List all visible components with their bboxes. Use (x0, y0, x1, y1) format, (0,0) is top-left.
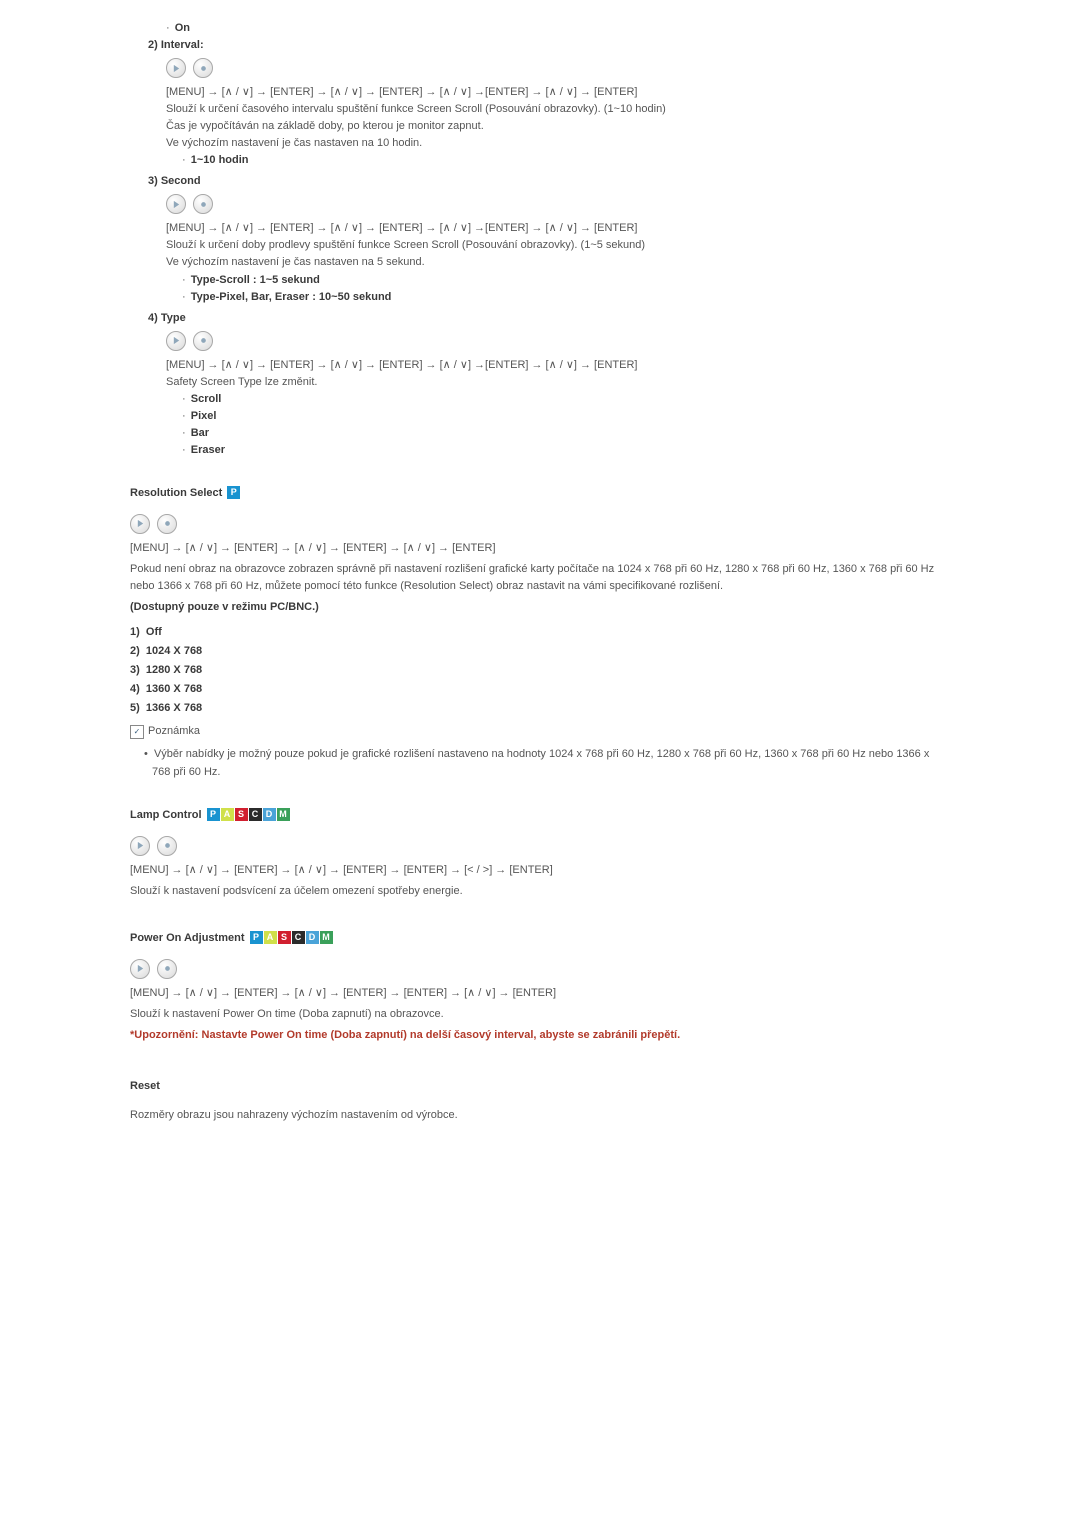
second-opt2: Type-Pixel, Bar, Eraser : 10~50 sekund (191, 291, 392, 303)
type-desc: Safety Screen Type lze změnit. (166, 374, 950, 391)
source-badge-pascdm: PASCDM (206, 808, 290, 822)
second-path: [MENU] → [∧ / ∨] → [ENTER] → [∧ / ∨] → [… (166, 220, 950, 237)
second-opt1: Type-Scroll : 1~5 sekund (191, 274, 320, 286)
source-badge-p: P (226, 486, 240, 500)
res-opt-4: 4) 1360 X 768 (130, 681, 950, 698)
play-icon (130, 514, 150, 534)
note-icon: ✓ (130, 725, 144, 739)
type-opt1: Scroll (191, 393, 222, 405)
note-header: ✓ Poznámka (130, 723, 200, 740)
play-icon (130, 959, 150, 979)
play-icon (166, 194, 186, 214)
lamp-control-heading: Lamp Control PASCDM (130, 807, 290, 824)
source-badge-pascdm: PASCDM (249, 931, 333, 945)
interval-opt: 1~10 hodin (191, 154, 249, 166)
enter-icon (157, 836, 177, 856)
interval-desc2: Čas je vypočítáván na základě doby, po k… (166, 118, 950, 135)
play-icon (130, 836, 150, 856)
interval-path: [MENU] → [∧ / ∨] → [ENTER] → [∧ / ∨] → [… (166, 84, 950, 101)
resolution-note: Výběr nabídky je možný pouze pokud je gr… (152, 748, 929, 777)
interval-num: 2) (148, 39, 158, 51)
power-warning: *Upozornění: Nastavte Power On time (Dob… (130, 1027, 950, 1044)
res-opt-1: 1) Off (130, 624, 950, 641)
type-opt2: Pixel (191, 410, 217, 422)
power-desc: Slouží k nastavení Power On time (Doba z… (130, 1006, 950, 1023)
type-num: 4) (148, 312, 158, 324)
res-opt-2: 2) 1024 X 768 (130, 643, 950, 660)
lamp-path: [MENU] → [∧ / ∨] → [ENTER] → [∧ / ∨] → [… (130, 862, 950, 879)
enter-icon (193, 194, 213, 214)
option-on: On (175, 22, 190, 34)
reset-heading: Reset (130, 1078, 160, 1095)
interval-label: Interval: (161, 39, 204, 51)
res-opt-3: 3) 1280 X 768 (130, 662, 950, 679)
enter-icon (193, 58, 213, 78)
second-num: 3) (148, 175, 158, 187)
interval-desc1: Slouží k určení časového intervalu spušt… (166, 101, 950, 118)
enter-icon (193, 331, 213, 351)
interval-desc3: Ve výchozím nastavení je čas nastaven na… (166, 135, 950, 152)
power-on-heading: Power On Adjustment PASCDM (130, 930, 333, 947)
play-icon (166, 331, 186, 351)
resolution-select-heading: Resolution Select P (130, 485, 240, 502)
resolution-path: [MENU] → [∧ / ∨] → [ENTER] → [∧ / ∨] → [… (130, 540, 950, 557)
reset-desc: Rozměry obrazu jsou nahrazeny výchozím n… (130, 1107, 950, 1124)
second-desc1: Slouží k určení doby prodlevy spuštění f… (166, 237, 950, 254)
resolution-desc: Pokud není obraz na obrazovce zobrazen s… (130, 561, 950, 595)
enter-icon (157, 514, 177, 534)
second-label: Second (161, 175, 201, 187)
second-desc2: Ve výchozím nastavení je čas nastaven na… (166, 254, 950, 271)
type-label: Type (161, 312, 186, 324)
play-icon (166, 58, 186, 78)
type-path: [MENU] → [∧ / ∨] → [ENTER] → [∧ / ∨] → [… (166, 357, 950, 374)
type-opt3: Bar (191, 427, 209, 439)
res-opt-5: 5) 1366 X 768 (130, 700, 950, 717)
lamp-desc: Slouží k nastavení podsvícení za účelem … (130, 883, 950, 900)
power-path: [MENU] → [∧ / ∨] → [ENTER] → [∧ / ∨] → [… (130, 985, 950, 1002)
enter-icon (157, 959, 177, 979)
resolution-avail: (Dostupný pouze v režimu PC/BNC.) (130, 599, 950, 616)
type-opt4: Eraser (191, 444, 225, 456)
